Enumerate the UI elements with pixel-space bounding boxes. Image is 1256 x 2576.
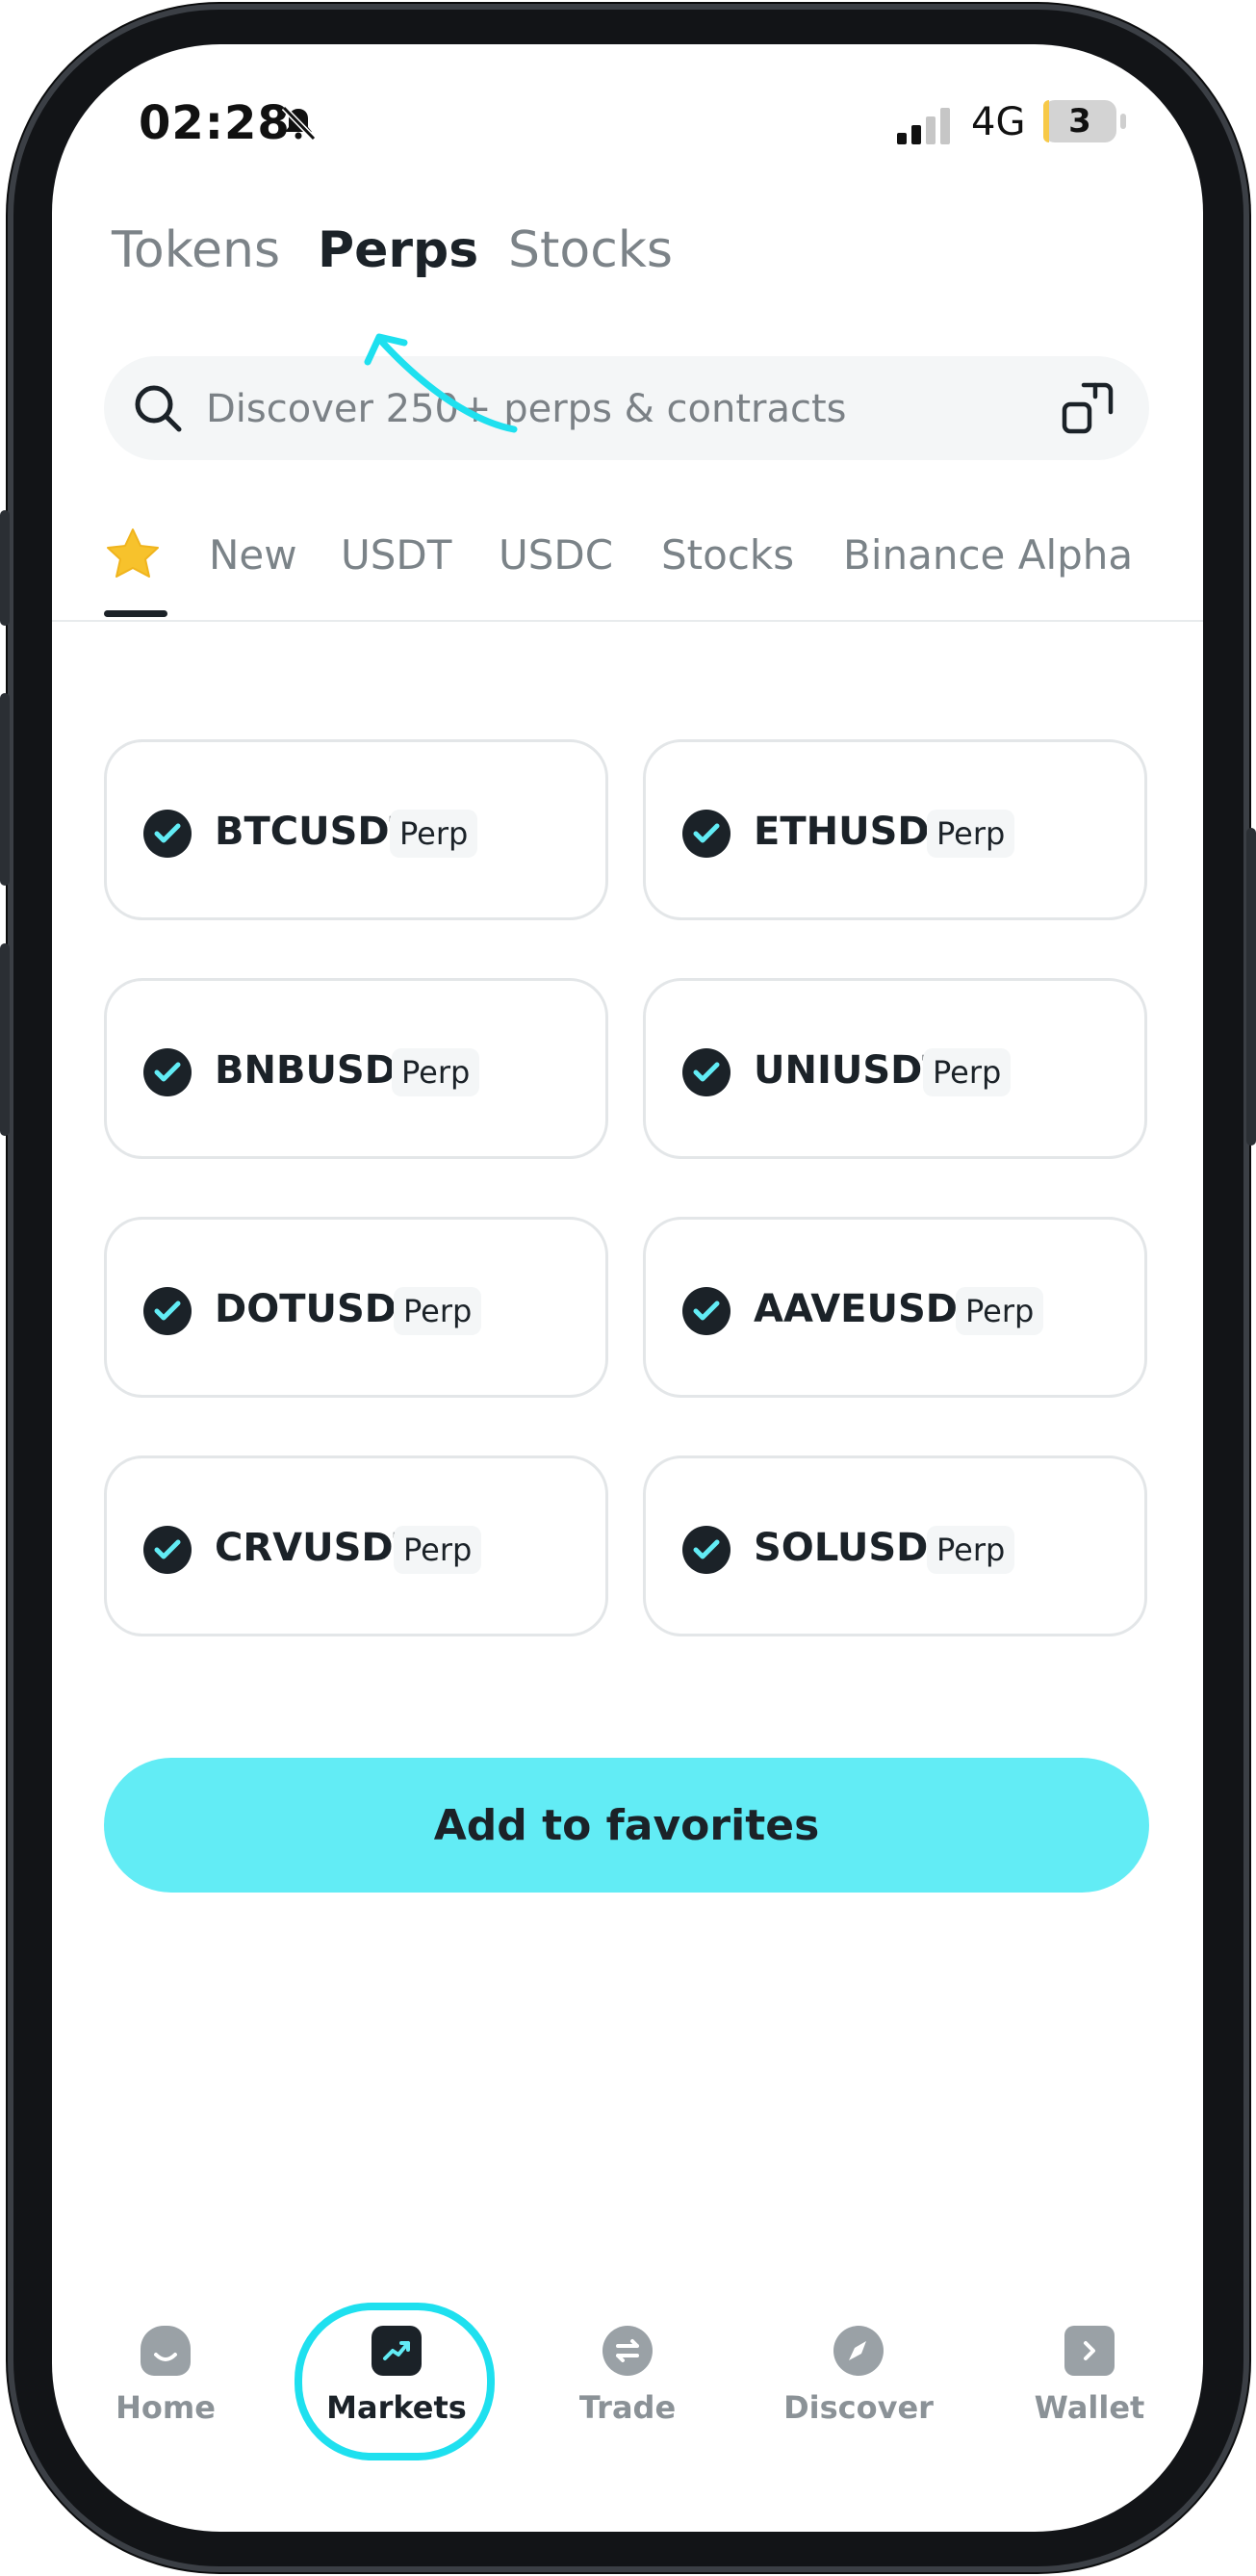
nav-label: Discover — [783, 2389, 934, 2426]
category-stocks[interactable]: Stocks — [661, 531, 794, 579]
perp-badge: Perp — [927, 1526, 1015, 1574]
category-binance-alpha[interactable]: Binance Alpha — [843, 531, 1133, 579]
pair-card-uniusdt[interactable]: UNIUSDT Perp — [643, 978, 1147, 1159]
perp-badge: Perp — [394, 1526, 482, 1574]
pair-name: BTCUSDT — [215, 810, 416, 854]
annotation-arrow-icon — [364, 333, 518, 433]
check-icon — [143, 1048, 192, 1096]
side-button — [0, 693, 10, 886]
side-button — [0, 510, 10, 626]
pair-name: SOLUSDT — [754, 1526, 955, 1570]
nav-label: Trade — [578, 2389, 677, 2426]
perp-badge: Perp — [390, 810, 478, 858]
tab-tokens[interactable]: Tokens — [112, 221, 280, 279]
nav-label: Wallet — [1034, 2389, 1145, 2426]
pair-card-dotusdt[interactable]: DOTUSDT Perp — [104, 1217, 608, 1398]
home-icon — [141, 2326, 191, 2376]
divider — [52, 620, 1203, 622]
pair-card-btcusdt[interactable]: BTCUSDT Perp — [104, 739, 608, 920]
perp-badge: Perp — [927, 810, 1015, 858]
check-icon — [143, 1287, 192, 1335]
wallet-icon — [1064, 2326, 1115, 2376]
pair-name: ETHUSDT — [754, 810, 956, 854]
pair-card-crvusdt[interactable]: CRVUSDT Perp — [104, 1455, 608, 1636]
add-to-favorites-button[interactable]: Add to favorites — [104, 1758, 1149, 1893]
category-usdc[interactable]: USDC — [499, 531, 613, 579]
nav-home[interactable]: Home — [69, 2326, 262, 2426]
check-icon — [682, 1287, 731, 1335]
tab-perps[interactable]: Perps — [318, 221, 478, 279]
search-bar[interactable] — [104, 356, 1149, 460]
pair-name: AAVEUSDT — [754, 1287, 985, 1331]
check-icon — [682, 1526, 731, 1574]
network-type: 4G — [971, 100, 1026, 144]
nav-wallet[interactable]: Wallet — [993, 2326, 1186, 2426]
side-button — [0, 943, 10, 1136]
trade-icon — [602, 2326, 653, 2376]
pair-name: UNIUSDT — [754, 1048, 949, 1093]
nav-trade[interactable]: Trade — [531, 2326, 724, 2426]
category-new[interactable]: New — [209, 531, 297, 579]
category-usdt[interactable]: USDT — [341, 531, 451, 579]
nav-label: Home — [115, 2389, 216, 2426]
pair-card-bnbusdt[interactable]: BNBUSDT Perp — [104, 978, 608, 1159]
perp-badge: Perp — [923, 1048, 1012, 1096]
status-time: 02:28 — [139, 96, 291, 150]
check-icon — [682, 810, 731, 858]
favorites-star-icon[interactable] — [104, 526, 162, 583]
perp-badge: Perp — [392, 1048, 480, 1096]
perp-badge: Perp — [956, 1287, 1044, 1335]
tab-stocks[interactable]: Stocks — [508, 221, 673, 279]
app-screen: 02:28 4G 3 Tokens Perps Stocks Discover … — [52, 44, 1203, 2532]
pair-card-aaveusdt[interactable]: AAVEUSDT Perp — [643, 1217, 1147, 1398]
battery-indicator: 3 — [1043, 100, 1116, 142]
side-button — [1246, 828, 1256, 1146]
discover-icon — [833, 2326, 884, 2376]
markets-highlight-ring — [295, 2303, 495, 2460]
bell-muted-icon — [281, 105, 317, 142]
check-icon — [143, 1526, 192, 1574]
scan-icon[interactable] — [1059, 379, 1116, 437]
signal-icon — [897, 108, 950, 144]
nav-discover[interactable]: Discover — [762, 2326, 955, 2426]
pair-name: CRVUSDT — [215, 1526, 420, 1570]
check-icon — [143, 810, 192, 858]
pair-card-ethusdt[interactable]: ETHUSDT Perp — [643, 739, 1147, 920]
battery-cap — [1120, 114, 1126, 129]
pair-card-solusdt[interactable]: SOLUSDT Perp — [643, 1455, 1147, 1636]
search-icon — [135, 385, 182, 432]
search-input[interactable] — [204, 377, 1026, 441]
perp-badge: Perp — [394, 1287, 482, 1335]
category-active-indicator — [104, 610, 167, 617]
check-icon — [682, 1048, 731, 1096]
pair-name: DOTUSDT — [215, 1287, 423, 1331]
